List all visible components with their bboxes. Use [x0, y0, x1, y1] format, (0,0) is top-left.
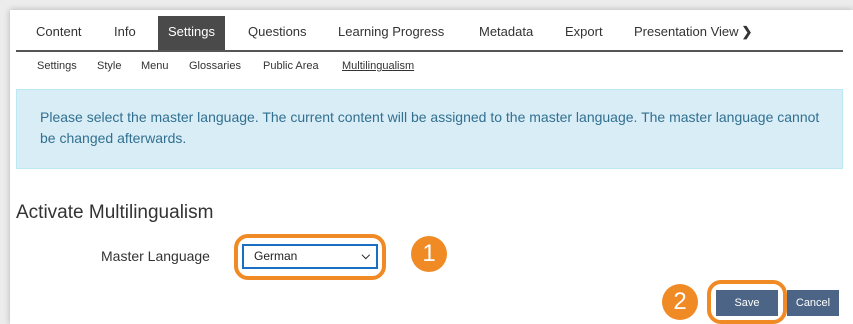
- chevron-down-icon: ⌵: [361, 250, 370, 262]
- info-message: Please select the master language. The c…: [16, 89, 843, 169]
- section-title: Activate Multilingualism: [16, 202, 214, 223]
- main-tab-bar: Content Info Settings Questions Learning…: [16, 16, 843, 52]
- subtab-multilingualism[interactable]: Multilingualism: [342, 60, 414, 72]
- tab-metadata[interactable]: Metadata: [469, 16, 543, 50]
- step-2-badge: 2: [662, 284, 698, 320]
- step-1-badge: 1: [411, 236, 447, 272]
- master-language-value: German: [254, 249, 298, 263]
- subtab-settings[interactable]: Settings: [37, 60, 77, 72]
- tab-settings[interactable]: Settings: [158, 16, 225, 50]
- subtab-public-area[interactable]: Public Area: [263, 60, 319, 72]
- tab-content[interactable]: Content: [26, 16, 92, 50]
- subtab-glossaries[interactable]: Glossaries: [189, 60, 241, 72]
- cancel-button[interactable]: Cancel: [787, 290, 839, 316]
- subtab-menu[interactable]: Menu: [141, 60, 169, 72]
- master-language-label: Master Language: [101, 248, 210, 264]
- tab-export[interactable]: Export: [555, 16, 613, 50]
- chevron-right-icon: ❯: [741, 24, 753, 39]
- master-language-select[interactable]: German ⌵: [242, 244, 378, 269]
- tab-info[interactable]: Info: [104, 16, 146, 50]
- save-button[interactable]: Save: [716, 290, 778, 316]
- tab-questions[interactable]: Questions: [238, 16, 317, 50]
- subtab-style[interactable]: Style: [97, 60, 121, 72]
- tab-learning-progress[interactable]: Learning Progress: [328, 16, 454, 50]
- tab-presentation-view[interactable]: Presentation View ❯: [624, 16, 762, 50]
